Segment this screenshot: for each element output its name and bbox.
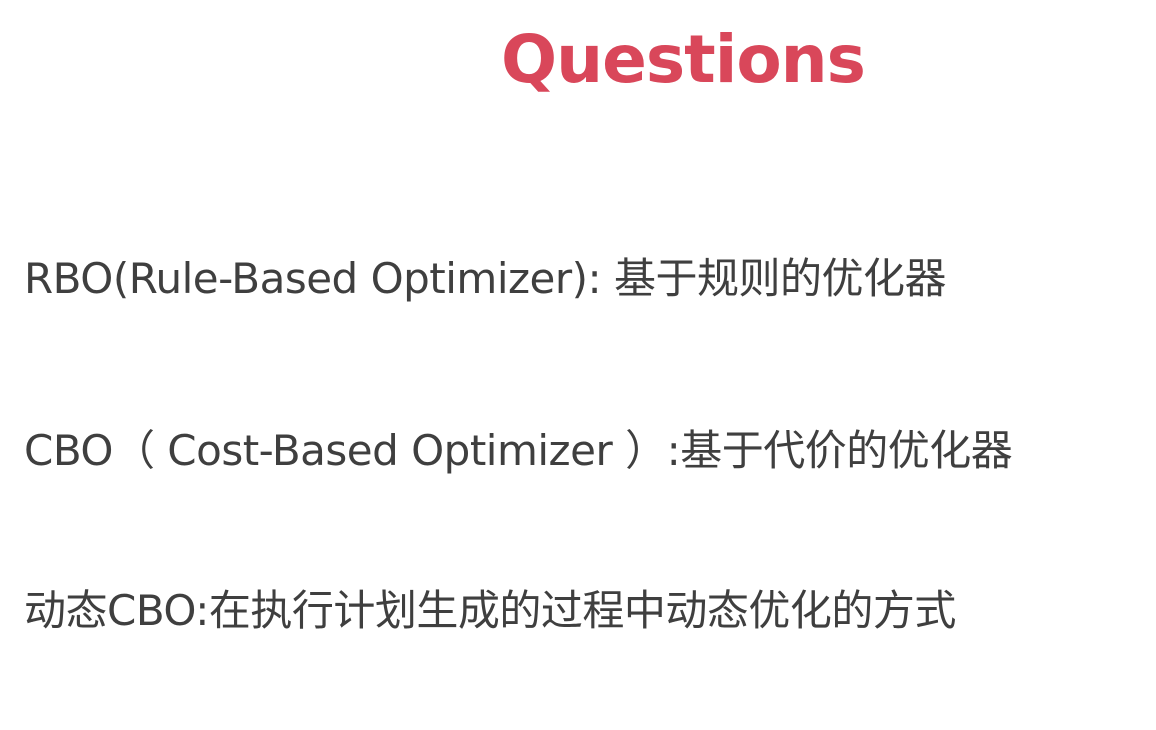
slide-title: Questions — [501, 21, 866, 98]
bullet-dynamic-cbo: 动态CBO:在执行计划生成的过程中动态优化的方式 — [24, 586, 956, 635]
bullet-cbo: CBO（ Cost-Based Optimizer ）:基于代价的优化器 — [24, 426, 1013, 475]
bullet-rbo: RBO(Rule-Based Optimizer): 基于规则的优化器 — [24, 254, 947, 303]
slide: Questions RBO(Rule-Based Optimizer): 基于规… — [0, 0, 1156, 730]
